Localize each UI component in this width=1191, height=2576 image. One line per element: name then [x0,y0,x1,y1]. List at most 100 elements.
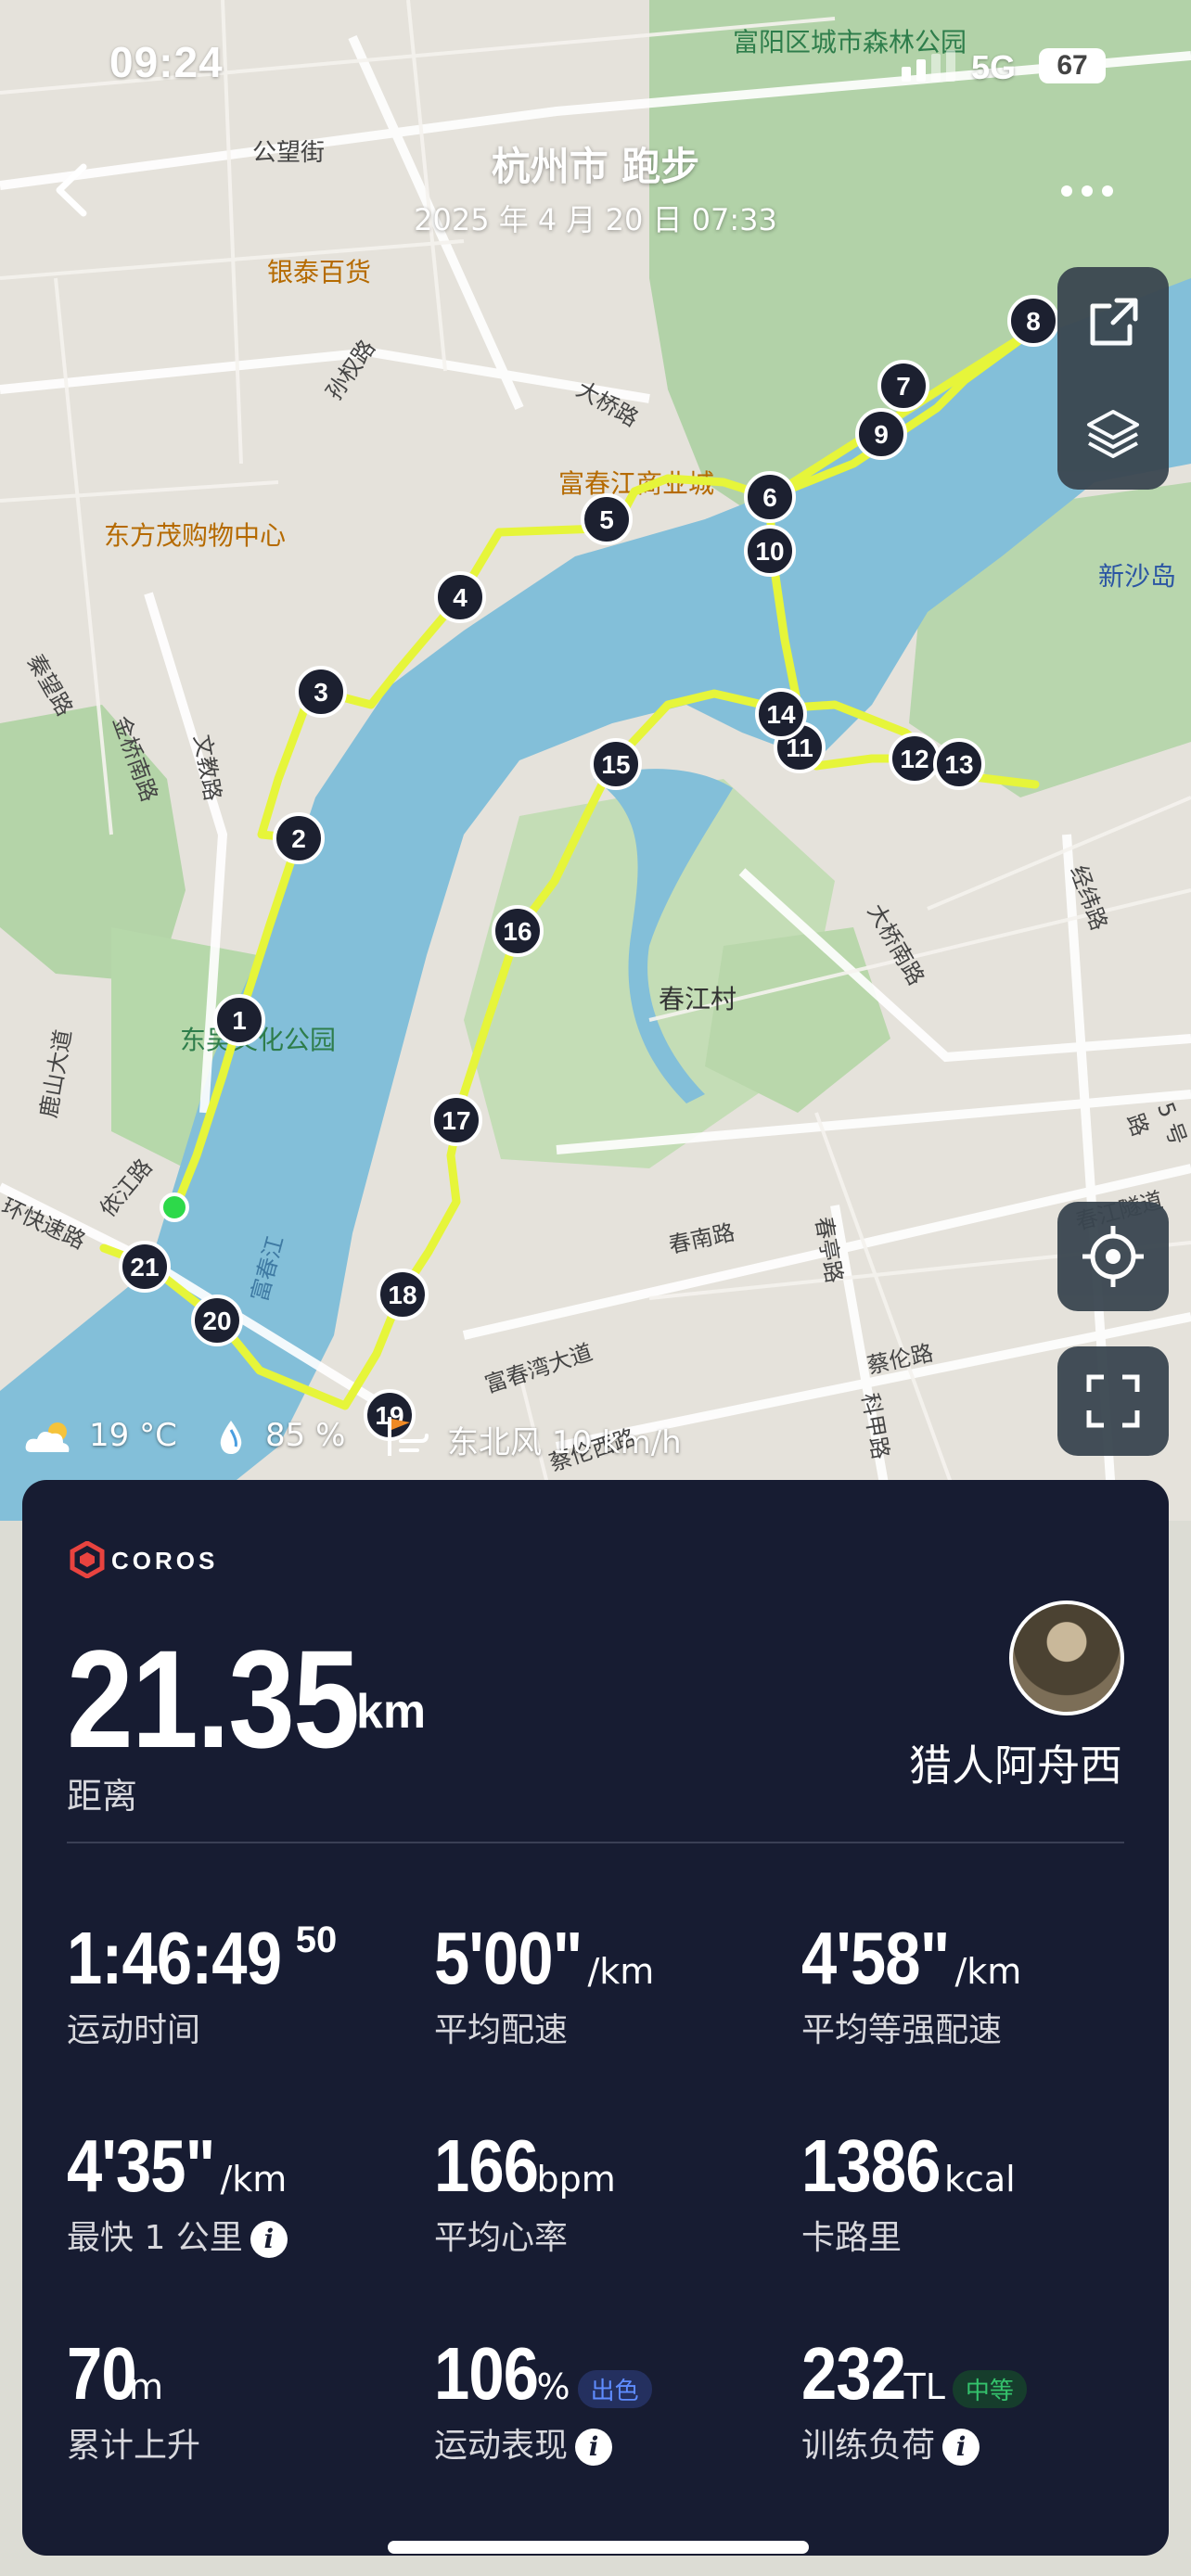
status-bar: 09:24 5G 67 [0,37,1191,93]
distance-value: 21.35 [67,1621,360,1777]
km-marker-label: 2 [291,824,306,853]
stat-avg-pace: 5'00"/km 平均配速 [434,1916,805,2051]
signal-icon [902,50,955,82]
map-tools-panel [1057,267,1169,490]
stat-unit: /km [587,1951,655,1992]
km-marker-label: 6 [762,483,777,512]
stat-unit: TL [903,2366,945,2407]
brand-name: COROS [111,1547,219,1575]
drop-icon [220,1421,242,1454]
km-marker-5[interactable]: 5 [581,493,633,545]
stat-avg-hr: 166bpm 平均心率 [434,2123,805,2259]
stat-value: 1386 [801,2124,941,2207]
km-marker-17[interactable]: 17 [430,1094,482,1146]
fullscreen-icon [1086,1374,1140,1428]
stat-value: 106 [434,2332,539,2415]
status-badge: 中等 [952,2370,1027,2408]
km-marker-4[interactable]: 4 [434,571,486,623]
km-marker-14[interactable]: 14 [755,688,807,740]
locate-button[interactable] [1057,1202,1169,1311]
locate-icon [1082,1226,1144,1287]
km-marker-label: 1 [232,1006,247,1035]
page-title: 杭州市 跑步 [491,144,700,189]
coros-logo-icon [70,1541,105,1578]
km-marker-label: 13 [944,750,973,779]
distance-unit: km [356,1685,427,1739]
km-marker-label: 14 [766,700,796,729]
more-icon[interactable] [1059,182,1115,200]
stat-value: 5'00" [434,1917,583,1999]
status-time: 09:24 [109,38,224,86]
info-icon[interactable]: i [250,2221,288,2258]
humidity: 85 % [265,1417,346,1454]
stat-label: 平均等强配速 [801,2011,1003,2049]
stat-calories: 1386 kcal 卡路里 [801,2123,1172,2259]
km-marker-18[interactable]: 18 [377,1269,429,1320]
activity-datetime: 2025 年 4 月 20 日 07:33 [414,202,777,237]
stat-training-load: 232TL 中等 训练负荷 i [801,2331,1172,2467]
distance-label: 距离 [67,1776,138,1817]
network-type: 5G [971,48,1017,86]
share-icon[interactable] [1085,295,1141,351]
km-marker-2[interactable]: 2 [273,812,325,864]
stat-fastest-km: 4'35"/km 最快 1 公里 i [67,2123,438,2259]
km-marker-6[interactable]: 6 [744,471,796,523]
layers-icon[interactable] [1085,406,1141,462]
stat-adjusted-pace: 4'58"/km 平均等强配速 [801,1916,1172,2051]
stat-label: 最快 1 公里 [67,2219,243,2257]
km-marker-7[interactable]: 7 [877,360,929,412]
cloud-icon [25,1422,70,1452]
km-marker-label: 17 [442,1106,470,1135]
km-marker-16[interactable]: 16 [492,905,544,957]
stat-value: 70 [67,2332,137,2415]
stat-label: 累计上升 [67,2427,201,2465]
battery-level: 67 [1039,48,1106,83]
km-marker-9[interactable]: 9 [855,408,907,460]
km-marker-label: 8 [1026,307,1041,336]
stat-value: 166 [434,2124,539,2207]
wind: 东北风 10 km/h [447,1424,682,1461]
stat-label: 平均心率 [434,2219,569,2257]
km-marker-3[interactable]: 3 [295,666,347,718]
stat-value: 4'58" [801,1917,950,1999]
km-marker-label: 21 [130,1253,159,1282]
km-marker-21[interactable]: 21 [119,1241,171,1293]
stat-elevation: 70m 累计上升 [67,2331,438,2467]
km-marker-8[interactable]: 8 [1007,295,1059,347]
avatar[interactable] [1009,1600,1124,1715]
stat-performance: 106% 出色 运动表现 i [434,2331,805,2467]
fullscreen-button[interactable] [1057,1346,1169,1456]
km-marker-label: 18 [388,1281,416,1309]
route-line [99,325,1040,1410]
km-marker-13[interactable]: 13 [933,738,985,790]
username[interactable]: 猎人阿舟西 [909,1732,1122,1793]
start-marker [160,1192,189,1222]
km-marker-label: 10 [755,537,784,566]
info-icon[interactable]: i [575,2429,613,2466]
km-marker-15[interactable]: 15 [590,738,642,790]
km-marker-1[interactable]: 1 [213,994,265,1046]
wind-icon [388,1417,429,1456]
km-marker-20[interactable]: 20 [191,1294,243,1346]
km-marker-label: 16 [503,917,531,946]
home-indicator[interactable] [388,2541,809,2554]
km-marker-label: 4 [453,583,467,612]
stats-card: COROS 21.35 km 距离 猎人阿舟西 1:46:49 50 运动时间 5… [22,1480,1169,2556]
info-icon[interactable]: i [942,2429,980,2466]
km-marker-label: 5 [599,505,614,534]
stat-value: 232 [801,2332,906,2415]
km-marker-label: 12 [900,745,928,773]
stat-sup: 50 [295,1919,338,1960]
temperature: 19 °C [89,1417,177,1454]
stat-duration: 1:46:49 50 运动时间 [67,1916,438,2051]
stat-label: 卡路里 [801,2219,903,2257]
km-marker-label: 3 [314,678,328,707]
km-marker-10[interactable]: 10 [744,525,796,577]
stat-unit: /km [220,2159,288,2200]
stat-unit: kcal [943,2159,1016,2200]
stat-label: 运动表现 [434,2427,569,2465]
stat-unit: bpm [536,2159,616,2200]
km-marker-12[interactable]: 12 [889,733,941,784]
stat-label: 运动时间 [67,2011,201,2049]
stat-unit: /km [954,1951,1022,1992]
